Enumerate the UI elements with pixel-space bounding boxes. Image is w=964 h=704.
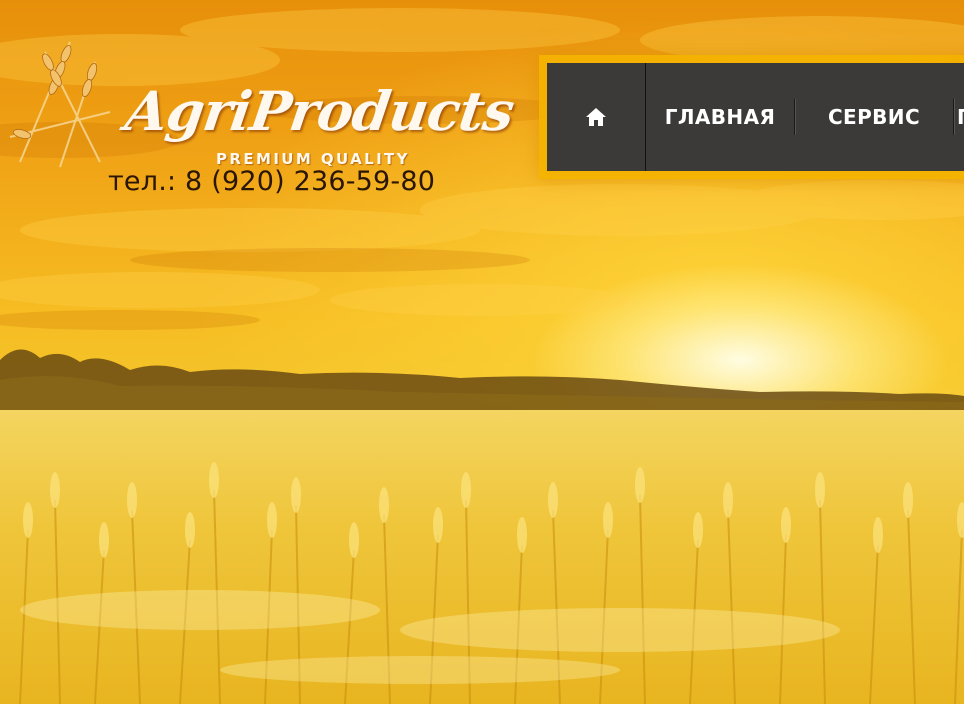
main-nav: ГЛАВНАЯ СЕРВИС П	[547, 63, 964, 171]
home-icon	[586, 108, 606, 126]
logo-wordmark: AgriProducts	[121, 79, 518, 143]
nav-home-button[interactable]	[547, 63, 645, 171]
nav-item-partial[interactable]: П	[957, 63, 964, 171]
nav-divider	[953, 99, 954, 135]
phone-number: тел.: 8 (920) 236-59-80	[108, 166, 436, 197]
nav-item-service[interactable]: СЕРВИС	[795, 63, 953, 171]
wheat-field	[0, 410, 964, 704]
wheat-emblem-icon	[9, 41, 111, 168]
site-logo[interactable]: AgriProducts PREMIUM QUALITY	[0, 28, 517, 178]
nav-item-main[interactable]: ГЛАВНАЯ	[646, 63, 794, 171]
